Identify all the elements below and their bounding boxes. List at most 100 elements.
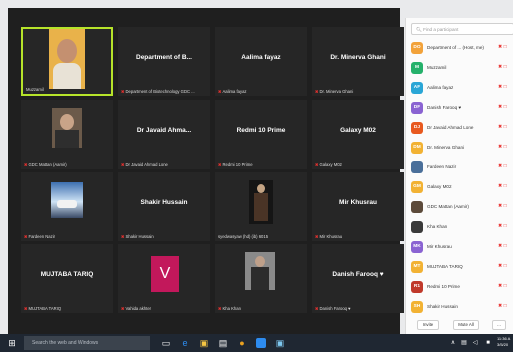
- participant-row[interactable]: GDC Mattan (Aamir) ✖ □: [406, 197, 513, 217]
- mic-muted-icon: ✖: [121, 89, 125, 94]
- participant-name: GDC Mattan (Aamir): [427, 204, 469, 210]
- mic-muted-icon[interactable]: ✖ □: [498, 84, 507, 90]
- mic-muted-icon[interactable]: ✖ □: [498, 44, 507, 50]
- tile-display-name: Shakir Hussain: [140, 199, 188, 206]
- participant-row[interactable]: MT MUJTABA TARIQ ✖ □: [406, 257, 513, 277]
- avatar: AF: [411, 81, 423, 94]
- mic-muted-icon[interactable]: ✖ □: [498, 124, 507, 130]
- avatar: MK: [411, 241, 423, 253]
- participant-row[interactable]: DM Dr. Minerva Ghani ✖ □: [406, 138, 513, 158]
- tray-up-icon[interactable]: ∧: [448, 338, 458, 348]
- participant-photo: [245, 252, 275, 290]
- participants-panel: 🔍︎ Find a participant DO Department of ..…: [405, 18, 513, 334]
- network-icon[interactable]: ▤: [459, 338, 469, 348]
- mic-muted-icon[interactable]: ✖ □: [498, 223, 507, 229]
- video-tile[interactable]: Danish Farooq ♥ ✖Danish Farooq ♥: [312, 244, 404, 313]
- tile-display-name: MUJTABA TARIQ: [40, 271, 94, 278]
- video-tile[interactable]: syedwasyaw (hd) (ib) 6015: [215, 172, 307, 241]
- mic-muted-icon: ✖: [218, 162, 222, 167]
- invite-button[interactable]: Invite: [417, 320, 439, 330]
- mic-muted-icon[interactable]: ✖ □: [498, 283, 507, 289]
- mic-muted-icon[interactable]: ✖ □: [498, 183, 507, 189]
- tile-label: ✖Dr Javaid Ahmad Lone: [121, 162, 168, 167]
- meeting-app-icon[interactable]: ▣: [275, 338, 285, 348]
- tile-display-name: Galaxy M02: [340, 127, 376, 134]
- participant-row[interactable]: M Muzzamil ✖ □: [406, 58, 513, 78]
- participant-row[interactable]: R1 Redmi 10 Prime ✖ □: [406, 277, 513, 297]
- participant-row[interactable]: DO Department of ... (Host, me) ✖ □: [406, 38, 513, 58]
- mic-muted-icon: ✖: [315, 306, 319, 311]
- task-view-icon[interactable]: ▭: [161, 338, 171, 348]
- windows-start-icon[interactable]: ⊞: [7, 338, 17, 348]
- mic-muted-icon[interactable]: ✖ □: [498, 144, 507, 150]
- participant-name: Kha Khan: [427, 224, 448, 230]
- participant-row[interactable]: DF Danish Farooq ♥ ✖ □: [406, 98, 513, 118]
- video-tile[interactable]: MUJTABA TARIQ ✖MUJTABA TARIQ: [21, 244, 113, 313]
- participant-row[interactable]: DJ Dr Javaid Ahmad Lone ✖ □: [406, 118, 513, 138]
- edge-icon[interactable]: e: [180, 338, 190, 348]
- tile-display-name: Dr Javaid Ahma...: [136, 127, 192, 134]
- avatar: SH: [411, 300, 423, 313]
- avatar: [411, 161, 423, 174]
- video-tile[interactable]: Dr. Minerva Ghani ✖Dr. Minerva Ghani: [312, 27, 404, 96]
- video-tile[interactable]: Redmi 10 Prime ✖Redmi 10 Prime: [215, 100, 307, 169]
- video-tile[interactable]: Mir Khusrau ✖Mir Khusrau: [312, 172, 404, 241]
- windows-taskbar: ⊞ Search the web and Windows ▭ e ▣ ▤ ● ▣…: [0, 334, 513, 352]
- mic-muted-icon[interactable]: ✖ □: [498, 163, 507, 169]
- participant-row[interactable]: MK Mir Khusrau ✖ □: [406, 237, 513, 257]
- tile-display-name: Aalima fayaz: [241, 54, 281, 61]
- avatar: DO: [411, 42, 423, 54]
- mic-muted-icon[interactable]: ✖ □: [498, 303, 507, 309]
- participant-row[interactable]: AF Aalima fayaz ✖ □: [406, 78, 513, 98]
- mic-muted-icon[interactable]: ✖ □: [498, 263, 507, 269]
- video-tile[interactable]: V ✖Vahida akhter: [118, 244, 210, 313]
- taskbar-clock[interactable]: 11:36 A 3/5/20: [497, 336, 510, 348]
- tile-label: Muzzamil: [26, 87, 44, 92]
- mic-muted-icon: ✖: [24, 162, 28, 167]
- video-tile[interactable]: Dr Javaid Ahma... ✖Dr Javaid Ahmad Lone: [118, 100, 210, 169]
- tile-display-name: Mir Khusrau: [339, 199, 377, 206]
- participant-row[interactable]: SH Shakir Hussain ✖ □: [406, 297, 513, 317]
- chrome-icon[interactable]: ●: [237, 338, 247, 348]
- participant-video: [249, 180, 273, 224]
- video-tile[interactable]: Department of B... ✖Department of Biotec…: [118, 27, 210, 96]
- store-icon[interactable]: ▤: [218, 338, 228, 348]
- mic-muted-icon[interactable]: ✖ □: [498, 64, 507, 70]
- search-icon: 🔍︎: [416, 27, 422, 32]
- notification-icon[interactable]: ■: [483, 338, 493, 348]
- volume-icon[interactable]: ◁: [470, 338, 480, 348]
- video-tile[interactable]: Galaxy M02 ✖Galaxy M02: [312, 100, 404, 169]
- file-explorer-icon[interactable]: ▣: [199, 338, 209, 348]
- mic-muted-icon[interactable]: ✖ □: [498, 104, 507, 110]
- avatar: M: [411, 61, 423, 74]
- video-tile[interactable]: ✖Fardeen Nazir: [21, 172, 113, 241]
- mic-muted-icon[interactable]: ✖ □: [498, 203, 507, 209]
- video-tile[interactable]: Muzzamil: [21, 27, 113, 96]
- participant-row[interactable]: Kha Khan ✖ □: [406, 217, 513, 237]
- video-tile[interactable]: Shakir Hussain ✖Shakir Hussain: [118, 172, 210, 241]
- avatar: [411, 221, 423, 234]
- participant-search-input[interactable]: 🔍︎ Find a participant: [411, 23, 513, 35]
- mic-muted-icon: ✖: [121, 162, 125, 167]
- participant-row[interactable]: Fardeen Nazir ✖ □: [406, 157, 513, 177]
- mute-all-button[interactable]: Mute All: [453, 320, 479, 330]
- more-button[interactable]: ...: [492, 320, 506, 330]
- tile-label: ✖Fardeen Nazir: [24, 234, 56, 239]
- participant-name: Shakir Hussain: [427, 303, 458, 309]
- participant-row[interactable]: GM Galaxy M02 ✖ □: [406, 177, 513, 197]
- tile-display-name: Redmi 10 Prime: [236, 127, 286, 134]
- tile-label: ✖Galaxy M02: [315, 162, 342, 167]
- mic-muted-icon: ✖: [121, 234, 125, 239]
- tile-label: ✖Kha Khan: [218, 306, 241, 311]
- video-tile[interactable]: Aalima fayaz ✖Aalima fayaz: [215, 27, 307, 96]
- avatar: GM: [411, 181, 423, 194]
- video-tile[interactable]: ✖Kha Khan: [215, 244, 307, 313]
- participant-photo: [52, 108, 82, 148]
- tile-label: ✖MUJTABA TARIQ: [24, 306, 62, 311]
- zoom-app-icon[interactable]: [256, 338, 266, 348]
- tile-label: ✖Danish Farooq ♥: [315, 306, 351, 311]
- taskbar-search-input[interactable]: Search the web and Windows: [24, 336, 150, 350]
- mic-muted-icon[interactable]: ✖ □: [498, 243, 507, 249]
- participant-name: Muzzamil: [427, 64, 447, 70]
- video-tile[interactable]: ✖GDC Mattan (Aamir): [21, 100, 113, 169]
